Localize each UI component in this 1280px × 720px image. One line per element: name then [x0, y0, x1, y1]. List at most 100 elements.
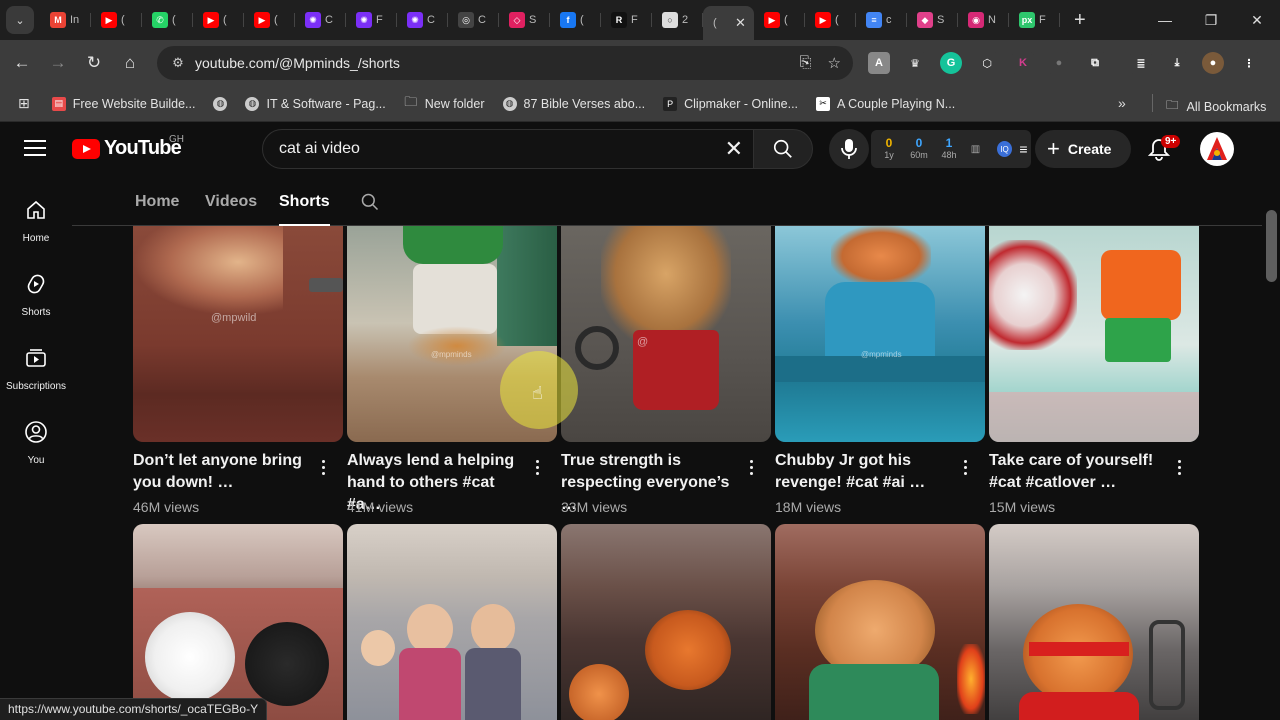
more-options-icon[interactable]	[321, 460, 325, 475]
short-thumbnail[interactable]	[989, 226, 1199, 442]
search-query[interactable]: cat ai video	[279, 140, 360, 158]
browser-tab[interactable]: M In	[40, 4, 91, 36]
browser-tab[interactable]: f(	[550, 4, 601, 36]
bookmark-item[interactable]: 🗀 New folder	[404, 94, 484, 111]
tab-videos[interactable]: Videos	[205, 193, 257, 211]
browser-tab[interactable]: RF	[601, 4, 652, 36]
tab-search-icon[interactable]: ⌄	[6, 6, 34, 34]
short-card[interactable]	[347, 524, 557, 720]
search-input[interactable]: cat ai video ✕	[262, 129, 754, 169]
bookmark-item[interactable]: ◍ IT & Software - Pag...	[245, 96, 386, 111]
grammarly-icon[interactable]: G	[940, 52, 962, 74]
restore-icon[interactable]: ❐	[1188, 0, 1234, 40]
profile-avatar-icon[interactable]: ●	[1202, 52, 1224, 74]
short-card[interactable]	[133, 524, 343, 720]
tab-shorts[interactable]: Shorts	[279, 193, 330, 226]
browser-tab[interactable]: ○ 2	[652, 4, 703, 36]
k-extension-icon[interactable]: K	[1012, 52, 1034, 74]
menu-icon[interactable]	[24, 140, 46, 156]
crown-extension-icon[interactable]: ♛	[904, 52, 926, 74]
reload-icon[interactable]: ↻	[76, 45, 112, 81]
browser-tab[interactable]: ✺ F	[346, 4, 397, 36]
short-thumbnail[interactable]: @	[561, 226, 771, 442]
extension-a-icon[interactable]: A	[868, 52, 890, 74]
cube-extension-icon[interactable]: ⬡	[976, 52, 998, 74]
browser-tab[interactable]: ▶(	[193, 4, 244, 36]
browser-tab[interactable]: ✺ C	[295, 4, 346, 36]
short-card[interactable]	[561, 524, 771, 720]
browser-tab[interactable]: (✕	[703, 6, 754, 40]
extension-stats-widget[interactable]: 0 1y 0 60m 1 48h ▥ IQ ≡	[871, 130, 1031, 168]
browser-tab[interactable]: px F	[1009, 4, 1060, 36]
extensions-puzzle-icon[interactable]: ⧉	[1084, 52, 1106, 74]
browser-tab[interactable]: ✆(	[142, 4, 193, 36]
short-card[interactable]: @mpwild Don’t let anyone bring you down!…	[133, 226, 343, 515]
voice-search-button[interactable]	[829, 129, 869, 169]
youtube-logo[interactable]: YouTube	[72, 137, 182, 160]
short-thumbnail[interactable]	[775, 524, 985, 720]
more-options-icon[interactable]	[535, 460, 539, 475]
bookmark-item[interactable]: P Clipmaker - Online...	[663, 96, 798, 111]
apps-grid-icon[interactable]: ⊞	[18, 95, 30, 112]
sidebar-item-shorts[interactable]: Shorts	[0, 252, 72, 326]
bookmark-item[interactable]: ▤ Free Website Builde...	[51, 96, 195, 111]
list-icon[interactable]: ≡	[1016, 141, 1031, 157]
browser-tab[interactable]: ▶(	[754, 4, 805, 36]
short-card[interactable]: @ True strength is respecting everyone’s…	[561, 226, 771, 515]
search-button[interactable]	[753, 129, 813, 169]
browser-tab[interactable]: ▶(	[805, 4, 856, 36]
browser-tab[interactable]: ▶(	[91, 4, 142, 36]
browser-tab[interactable]: ◉ N	[958, 4, 1009, 36]
more-bookmarks-icon[interactable]: »	[1118, 95, 1126, 111]
download-icon[interactable]: ⤓	[1166, 52, 1188, 74]
browser-tab[interactable]: ≡ c	[856, 4, 907, 36]
sidebar-item-subscriptions[interactable]: Subscriptions	[0, 326, 72, 400]
short-title[interactable]: Chubby Jr got his revenge! #cat #ai …	[775, 450, 953, 494]
chart-icon[interactable]: ▥	[968, 141, 983, 157]
chrome-menu-icon[interactable]: ⋮	[1238, 52, 1260, 74]
short-thumbnail[interactable]	[133, 524, 343, 720]
bookmark-item[interactable]: ✂ A Couple Playing N...	[816, 96, 955, 111]
create-button[interactable]: + Create	[1035, 130, 1131, 168]
short-card[interactable]: Take care of yourself! #cat #catlover … …	[989, 226, 1199, 515]
home-page-icon[interactable]: ⌂	[112, 45, 148, 81]
short-card[interactable]	[775, 524, 985, 720]
browser-tab[interactable]: ◇ S	[499, 4, 550, 36]
short-thumbnail[interactable]	[989, 524, 1199, 720]
address-url[interactable]: youtube.com/@Mpminds_/shorts	[195, 55, 400, 71]
close-tab-icon[interactable]: ✕	[735, 15, 746, 31]
back-icon[interactable]: ←	[4, 45, 40, 81]
short-card[interactable]	[989, 524, 1199, 720]
browser-tab[interactable]: ▶(	[244, 4, 295, 36]
short-card[interactable]: @mpminds Chubby Jr got his revenge! #cat…	[775, 226, 985, 515]
channel-search-icon[interactable]	[360, 192, 380, 212]
bookmark-star-icon[interactable]: ☆	[828, 54, 841, 72]
clear-search-icon[interactable]: ✕	[725, 136, 743, 162]
short-thumbnail[interactable]: @mpminds	[775, 226, 985, 442]
forward-icon[interactable]: →	[40, 45, 76, 81]
sidebar-item-you[interactable]: You	[0, 400, 72, 474]
media-control-icon[interactable]: ≣	[1130, 52, 1152, 74]
site-info-icon[interactable]: ⚙	[167, 55, 189, 71]
short-title[interactable]: Take care of yourself! #cat #catlover …	[989, 450, 1167, 494]
short-thumbnail[interactable]	[561, 524, 771, 720]
close-window-icon[interactable]: ✕	[1234, 0, 1280, 40]
short-thumbnail[interactable]	[347, 524, 557, 720]
sidebar-item-home[interactable]: Home	[0, 178, 72, 252]
short-title[interactable]: Don’t let anyone bring you down! …	[133, 450, 311, 494]
iq-icon[interactable]: IQ	[997, 141, 1012, 157]
short-thumbnail[interactable]: @mpwild	[133, 226, 343, 442]
browser-tab[interactable]: ✺ C	[397, 4, 448, 36]
browser-tab[interactable]: ◎ C	[448, 4, 499, 36]
more-options-icon[interactable]	[963, 460, 967, 475]
account-avatar[interactable]	[1200, 132, 1234, 166]
all-bookmarks[interactable]: 🗀 All Bookmarks	[1151, 94, 1266, 117]
bookmark-item[interactable]: ◍	[213, 96, 228, 111]
tab-home[interactable]: Home	[135, 193, 179, 211]
more-options-icon[interactable]	[1177, 460, 1181, 475]
new-tab-icon[interactable]: +	[1074, 9, 1086, 32]
minimize-icon[interactable]: —	[1142, 0, 1188, 40]
install-app-icon[interactable]: ⎘	[800, 54, 812, 72]
gray-extension-icon[interactable]: ●	[1048, 52, 1070, 74]
browser-tab[interactable]: ◆ S	[907, 4, 958, 36]
